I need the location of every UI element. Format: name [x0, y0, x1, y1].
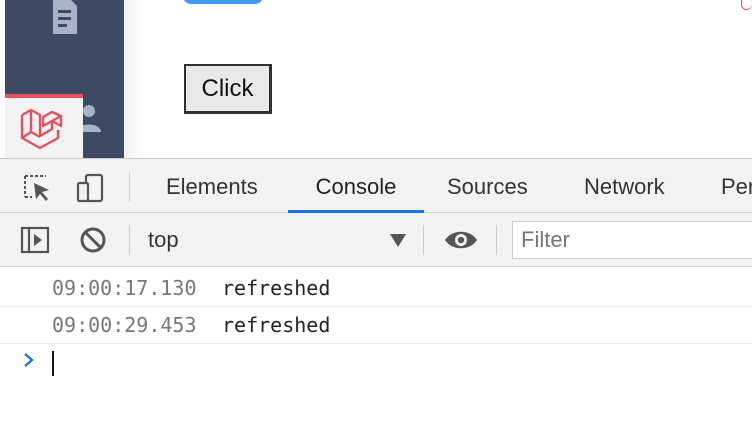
- dropdown-arrow-icon: [390, 234, 406, 247]
- red-edge-element: [741, 0, 752, 10]
- clear-console-icon[interactable]: [78, 225, 108, 255]
- filter-input[interactable]: [512, 221, 752, 259]
- chevron-prompt-icon: [24, 353, 34, 367]
- device-toolbar-icon[interactable]: [76, 173, 106, 203]
- console-input-caret[interactable]: [52, 351, 54, 376]
- log-message: refreshed: [222, 276, 331, 300]
- tab-console[interactable]: Console: [288, 159, 424, 213]
- toolbar-separator: [496, 225, 497, 255]
- toolbar-separator: [423, 225, 424, 255]
- devtools-panel: Elements Console Sources Network Per top: [0, 158, 752, 446]
- tab-network[interactable]: Network: [584, 159, 665, 213]
- eye-icon[interactable]: [444, 227, 478, 253]
- console-toolbar: top: [0, 213, 752, 267]
- toolbar-separator: [129, 225, 130, 255]
- console-log-row: 09:00:17.130 refreshed: [0, 270, 752, 307]
- context-selector[interactable]: top: [148, 225, 410, 255]
- laravel-logo-icon: [20, 108, 63, 150]
- laravel-tab[interactable]: [5, 94, 83, 158]
- devtools-tabbar: Elements Console Sources Network Per: [0, 158, 752, 213]
- web-page: Click: [0, 0, 752, 158]
- sidebar-toggle-icon[interactable]: [20, 225, 50, 255]
- inspect-element-icon[interactable]: [22, 173, 52, 203]
- click-button[interactable]: Click: [184, 64, 272, 114]
- tab-elements[interactable]: Elements: [166, 159, 258, 213]
- tabbar-separator: [129, 172, 130, 202]
- tab-sources[interactable]: Sources: [447, 159, 528, 213]
- log-timestamp: 09:00:29.453: [52, 313, 197, 337]
- tab-performance[interactable]: Per: [721, 159, 752, 213]
- log-message: refreshed: [222, 313, 331, 337]
- top-blue-button[interactable]: [183, 0, 263, 4]
- console-log-row: 09:00:29.453 refreshed: [0, 307, 752, 344]
- document-icon[interactable]: [47, 0, 83, 36]
- context-value: top: [148, 227, 179, 252]
- log-timestamp: 09:00:17.130: [52, 276, 197, 300]
- sidebar-shadow: [124, 0, 144, 158]
